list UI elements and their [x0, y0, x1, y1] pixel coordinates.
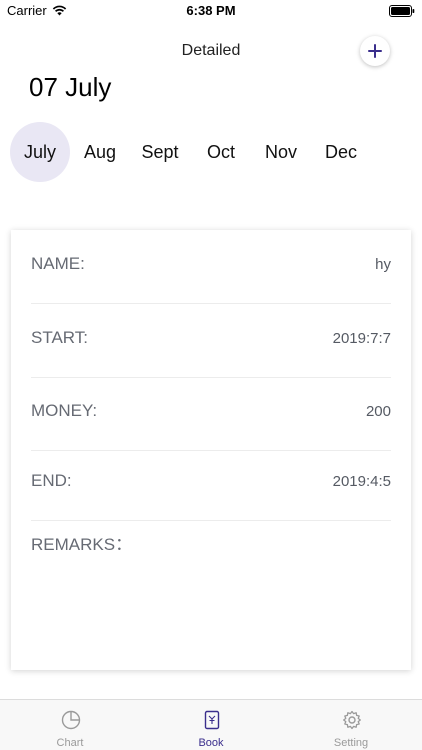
month-aug[interactable]: Aug — [70, 122, 130, 182]
remarks-label: REMARKS： — [31, 535, 133, 554]
month-selector: July Aug Sept Oct Nov Dec — [10, 122, 412, 182]
tab-chart-label: Chart — [56, 737, 84, 749]
tab-book[interactable]: Book — [141, 700, 281, 750]
plus-icon — [368, 44, 382, 58]
month-oct[interactable]: Oct — [191, 122, 251, 182]
money-label: MONEY: — [31, 401, 98, 420]
book-yen-icon — [204, 710, 220, 730]
money-row: MONEY: 200 — [31, 377, 391, 451]
tab-bar: Chart Book Setting — [0, 699, 422, 750]
month-sept[interactable]: Sept — [130, 122, 190, 182]
status-bar: Carrier 6:38 PM — [0, 0, 422, 22]
page-title: Detailed — [181, 42, 241, 59]
tab-chart[interactable]: Chart — [0, 700, 140, 750]
name-value: hy — [375, 256, 391, 273]
start-value: 2019:7:7 — [332, 330, 391, 347]
date-heading: 07 July — [29, 72, 112, 102]
tab-book-label: Book — [198, 737, 224, 749]
money-value: 200 — [365, 403, 391, 420]
detail-card: NAME: hy START: 2019:7:7 MONEY: 200 END:… — [11, 230, 411, 670]
battery-icon — [389, 5, 415, 17]
tab-setting[interactable]: Setting — [281, 700, 421, 750]
name-label: NAME: — [31, 254, 85, 273]
month-nov[interactable]: Nov — [251, 122, 311, 182]
end-row: END: 2019:4:5 — [31, 447, 391, 521]
status-time: 6:38 PM — [186, 3, 236, 18]
tab-setting-label: Setting — [333, 737, 369, 749]
start-row: START: 2019:7:7 — [31, 304, 391, 378]
end-value: 2019:4:5 — [332, 473, 391, 490]
name-row: NAME: hy — [31, 230, 391, 304]
start-label: START: — [31, 328, 88, 347]
month-dec[interactable]: Dec — [311, 122, 371, 182]
add-button[interactable] — [360, 36, 390, 66]
end-label: END: — [31, 471, 72, 490]
month-july[interactable]: July — [10, 122, 70, 182]
gear-icon — [343, 710, 361, 730]
pie-chart-icon — [61, 710, 81, 730]
